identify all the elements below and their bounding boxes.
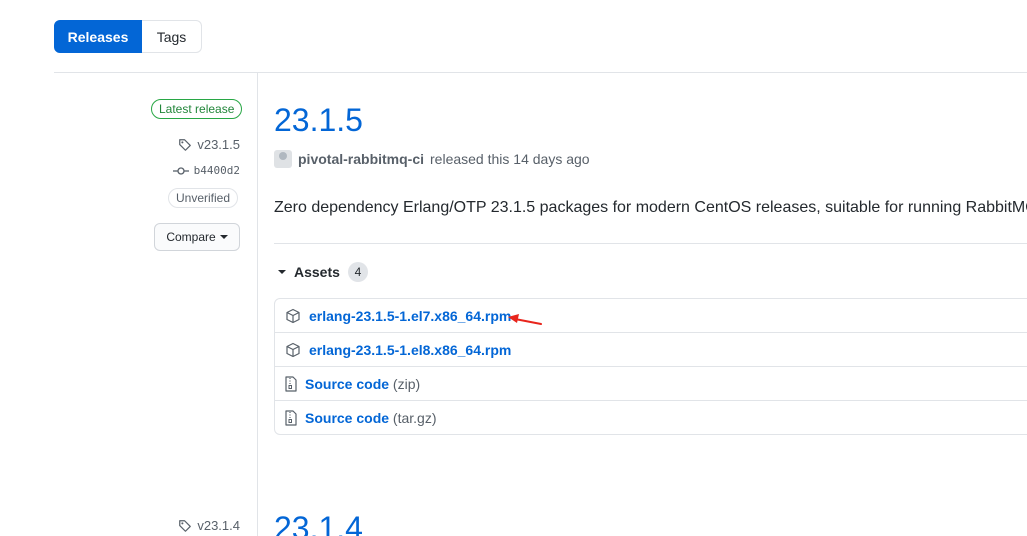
assets-toggle[interactable]: Assets 4 [278,262,368,282]
tag-icon [178,519,192,533]
asset-link[interactable]: Source code (tar.gz) [305,410,437,426]
release-description: Zero dependency Erlang/OTP 23.1.5 packag… [274,199,1027,216]
release-title[interactable]: 23.1.5 [274,102,363,139]
timeline-divider [257,72,258,536]
asset-link[interactable]: erlang-23.1.5-1.el8.x86_64.rpm [309,342,511,358]
assets-label: Assets [294,264,340,280]
asset-format: (zip) [392,375,421,392]
asset-name: Source code [305,410,390,426]
release-author-link[interactable]: pivotal-rabbitmq-ci [298,151,424,167]
file-zip-icon [285,375,297,392]
annotation-arrow-icon [505,312,545,333]
file-zip-icon [285,410,297,426]
asset-format: (tar.gz) [392,410,437,426]
tag-icon [178,138,192,152]
asset-link[interactable]: Source code (zip) [305,376,420,392]
asset-name: Source code [305,375,390,392]
release-date-text: released this 14 days ago [430,151,590,167]
asset-row: Source code (zip) [275,367,1027,401]
release-tag-label: v23.1.5 [197,137,240,152]
caret-down-icon [278,270,286,274]
compare-button[interactable]: Compare [154,223,240,251]
header-divider [54,72,1027,73]
release-tabs: Releases Tags [54,20,202,53]
tab-releases[interactable]: Releases [54,20,142,53]
chevron-down-icon [219,235,228,239]
asset-row: Source code (tar.gz) [275,401,1027,434]
description-divider [274,243,1027,244]
commit-icon [172,166,189,176]
release-commit-sha: b4400d2 [193,164,240,177]
asset-link[interactable]: erlang-23.1.5-1.el7.x86_64.rpm [309,308,511,324]
avatar[interactable] [274,150,292,168]
previous-release-tag-label: v23.1.4 [197,518,240,533]
previous-release-tag-link[interactable]: v23.1.4 [178,518,240,533]
verification-badge[interactable]: Unverified [168,188,239,208]
release-tag-link[interactable]: v23.1.5 [178,137,240,152]
package-icon [285,308,301,324]
assets-list: erlang-23.1.5-1.el7.x86_64.rpm erlang-23… [274,298,1027,435]
previous-release-title[interactable]: 23.1.4 [274,510,363,536]
release-byline: pivotal-rabbitmq-ci released this 14 day… [274,150,590,168]
asset-row: erlang-23.1.5-1.el8.x86_64.rpm [275,333,1027,367]
tab-tags[interactable]: Tags [142,20,202,53]
asset-row: erlang-23.1.5-1.el7.x86_64.rpm [275,299,1027,333]
package-icon [285,342,301,358]
release-commit-link[interactable]: b4400d2 [172,164,240,177]
latest-release-badge: Latest release [151,99,243,119]
compare-label: Compare [166,230,216,244]
assets-count-badge: 4 [347,262,368,282]
